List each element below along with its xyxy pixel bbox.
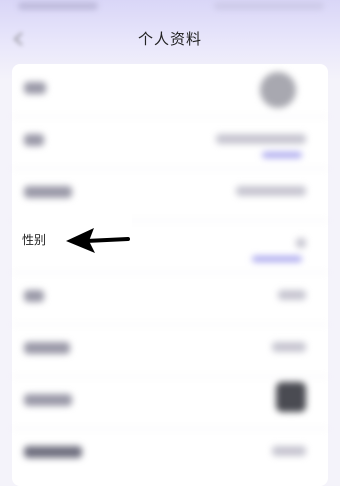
- page-title: 个人资料: [137, 30, 202, 48]
- list-item[interactable]: [12, 116, 328, 169]
- status-bar-time: [18, 2, 98, 10]
- list-item[interactable]: [12, 324, 328, 377]
- gender-label: 性别: [22, 233, 47, 247]
- list-item-avatar[interactable]: [12, 64, 328, 117]
- list-item-qrcode[interactable]: [12, 376, 328, 429]
- profile-card: [12, 64, 328, 486]
- status-bar-icons: [214, 2, 324, 10]
- avatar[interactable]: [260, 72, 296, 108]
- qr-code-icon[interactable]: [276, 382, 306, 412]
- blurred-profile-list: [12, 64, 328, 486]
- list-item[interactable]: [12, 272, 328, 325]
- list-item[interactable]: [12, 428, 328, 480]
- pointer-arrow-icon: [66, 228, 130, 253]
